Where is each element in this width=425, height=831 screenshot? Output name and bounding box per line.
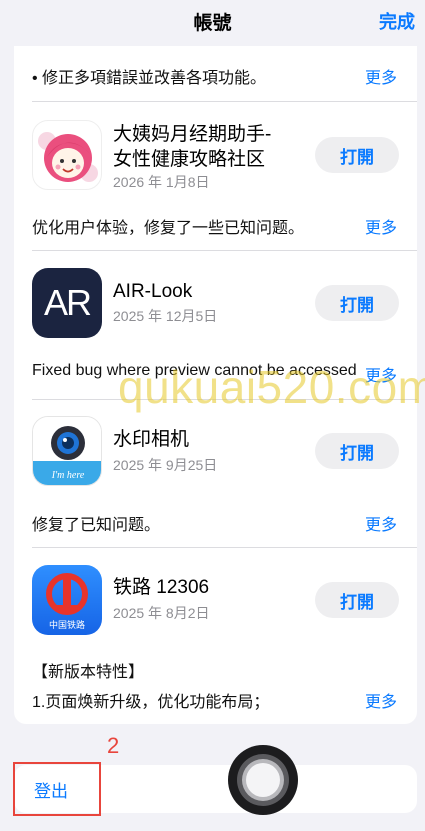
app-name: 铁路 12306 [113, 577, 210, 598]
updates-list: • 修正多項錯誤並改善各項功能。 更多 大姨妈月经期助手- 女性健康攻略社区 2… [14, 46, 417, 724]
nav-bar: 帳號 完成 [0, 0, 425, 46]
update-note-title: 【新版本特性】 [32, 664, 145, 681]
more-link[interactable]: 更多 [365, 214, 397, 238]
app-date: 2026 年 1月8日 [113, 174, 210, 190]
watermark-camera-icon-text: I'm here [51, 470, 85, 481]
update-note: 优化用户体验，修复了一些已知问题。 [32, 220, 305, 237]
app-date: 2025 年 8月2日 [113, 605, 210, 621]
separator [32, 399, 417, 400]
open-button[interactable]: 打開 [315, 433, 399, 469]
update-note: • 修正多項錯誤並改善各項功能。 [32, 70, 267, 87]
page-title: 帳號 [193, 13, 232, 34]
more-link[interactable]: 更多 [365, 688, 397, 712]
railway-12306-icon[interactable]: 中国铁路 [32, 565, 102, 635]
update-note: 修复了已知问题。 [32, 517, 161, 534]
air-look-icon-text: AR [44, 282, 91, 323]
open-button[interactable]: 打開 [315, 137, 399, 173]
separator [32, 547, 417, 548]
air-look-icon[interactable]: AR [32, 268, 102, 338]
app-date: 2025 年 9月25日 [113, 457, 218, 473]
open-button[interactable]: 打開 [315, 582, 399, 618]
app-date: 2025 年 12月5日 [113, 308, 218, 324]
update-note: 1.页面焕新升级，优化功能布局； [32, 694, 270, 711]
update-note: Fixed bug where preview cannot be access… [32, 362, 357, 379]
period-tracker-icon[interactable] [32, 120, 102, 190]
annotation-highlight-box [13, 762, 101, 816]
more-link[interactable]: 更多 [365, 511, 397, 535]
separator [32, 101, 417, 102]
app-name: 大姨妈月经期助手- 女性健康攻略社区 [113, 124, 272, 170]
app-name: AIR-Look [113, 281, 193, 302]
railway-icon-text: 中国铁路 [49, 619, 85, 631]
done-button[interactable]: 完成 [379, 8, 415, 34]
watermark-camera-icon[interactable]: I'm here [32, 416, 102, 486]
annotation-number: 2 [107, 733, 120, 758]
app-name: 水印相机 [113, 429, 190, 450]
separator [32, 250, 417, 251]
open-button[interactable]: 打開 [315, 285, 399, 321]
assistive-touch-button[interactable] [228, 745, 298, 815]
more-link[interactable]: 更多 [365, 362, 397, 386]
more-link[interactable]: 更多 [365, 64, 397, 88]
